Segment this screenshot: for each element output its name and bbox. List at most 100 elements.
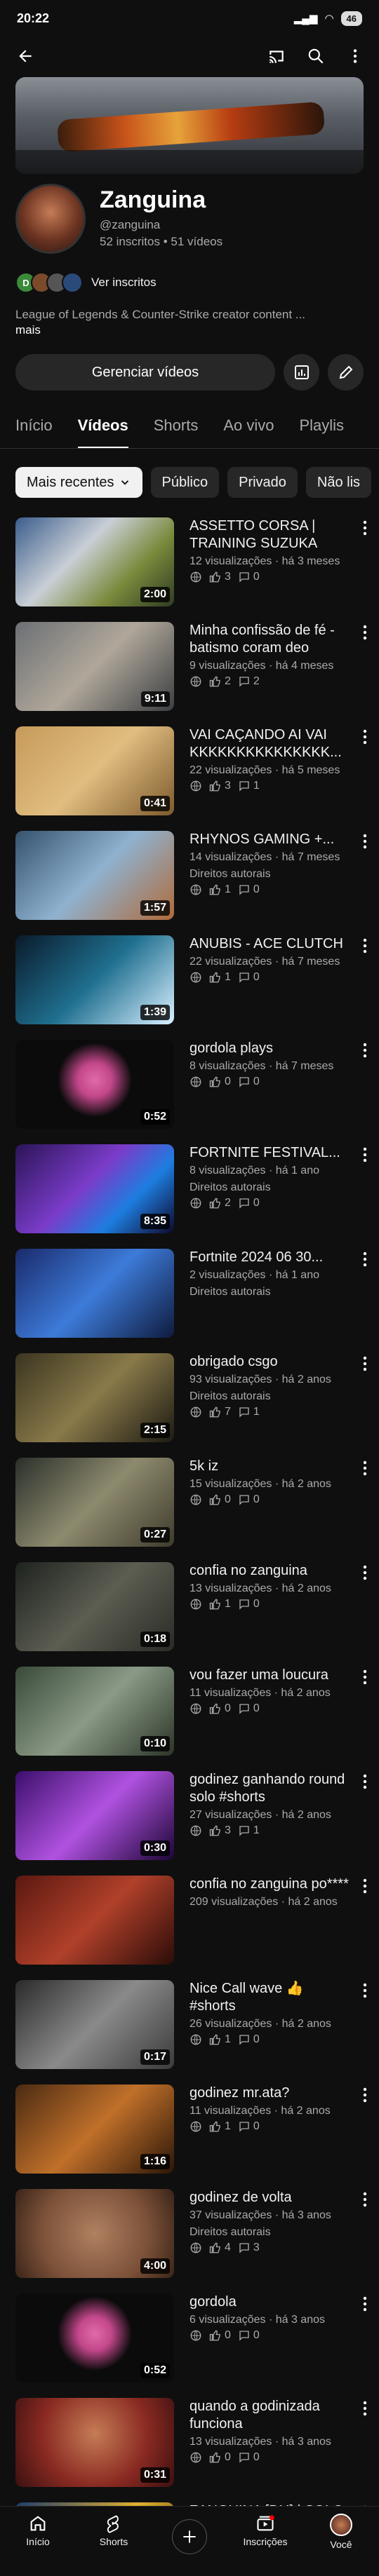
edit-channel-button[interactable] xyxy=(328,354,364,391)
video-item[interactable]: 8:35 FORTNITE FESTIVAL... 8 visualizações … xyxy=(0,1144,379,1249)
video-title[interactable]: ASSETTO CORSA | TRAINING SUZUKA xyxy=(190,517,352,553)
video-menu-button[interactable] xyxy=(358,1562,372,1583)
back-button[interactable] xyxy=(8,39,42,73)
video-item[interactable]: 1:16 godinez mr.ata? 11 visualizações · há… xyxy=(0,2084,379,2189)
video-title[interactable]: vou fazer uma loucura xyxy=(190,1667,352,1684)
nav-home[interactable]: Início xyxy=(0,2507,76,2576)
video-menu-button[interactable] xyxy=(358,831,372,852)
video-item[interactable]: 0:31 quando a godinizada funciona 13 visua… xyxy=(0,2398,379,2502)
video-thumbnail[interactable]: 0:18 xyxy=(15,1562,174,1651)
video-title[interactable]: Fortnite 2024 06 30... xyxy=(190,1249,352,1266)
video-thumbnail[interactable]: 1:57 xyxy=(15,831,174,920)
video-title[interactable]: 5k iz xyxy=(190,1458,352,1475)
video-title[interactable]: Nice Call wave 👍 #shorts xyxy=(190,1980,352,2015)
video-item[interactable]: 0:27 5k iz 15 visualizações · há 2 anos 0 0 xyxy=(0,1458,379,1562)
video-thumbnail[interactable]: 0:27 xyxy=(15,1458,174,1547)
description-more-link[interactable]: mais xyxy=(15,323,366,338)
video-menu-button[interactable] xyxy=(358,1144,372,1165)
video-thumbnail[interactable]: 1:16 xyxy=(15,2084,174,2174)
video-menu-button[interactable] xyxy=(358,1458,372,1479)
tab-live[interactable]: Ao vivo xyxy=(223,407,274,448)
video-menu-button[interactable] xyxy=(358,1040,372,1061)
video-item[interactable]: 1:57 RHYNOS GAMING +... 14 visualizações ·… xyxy=(0,831,379,935)
channel-avatar[interactable] xyxy=(15,184,86,254)
video-item[interactable]: 2:15 obrigado csgo 93 visualizações · há 2… xyxy=(0,1353,379,1458)
create-button[interactable] xyxy=(172,2519,207,2554)
view-subscribers[interactable]: D Ver inscritos xyxy=(15,271,157,294)
video-thumbnail[interactable]: 0:52 xyxy=(15,2293,174,2382)
video-menu-button[interactable] xyxy=(358,935,372,956)
tab-shorts[interactable]: Shorts xyxy=(154,407,199,448)
video-thumbnail[interactable]: 0:41 xyxy=(15,726,174,815)
video-menu-button[interactable] xyxy=(358,1771,372,1792)
more-options-button[interactable] xyxy=(340,41,371,72)
video-title[interactable]: godinez mr.ata? xyxy=(190,2084,352,2102)
video-item[interactable]: 2:00 ASSETTO CORSA | TRAINING SUZUKA 12 vi… xyxy=(0,517,379,622)
video-thumbnail[interactable]: 0:31 xyxy=(15,2398,174,2487)
video-menu-button[interactable] xyxy=(358,1353,372,1374)
video-item[interactable]: 0:41 VAI CAÇANDO AI VAI KKKKKKKKKKKKKKK..… xyxy=(0,726,379,831)
video-item[interactable]: 9:11 Minha confissão de fé - batismo cora… xyxy=(0,622,379,726)
video-menu-button[interactable] xyxy=(358,622,372,643)
tab-playlists[interactable]: Playlis xyxy=(299,407,344,448)
video-title[interactable]: VAI CAÇANDO AI VAI KKKKKKKKKKKKKKK... xyxy=(190,726,352,761)
filter-unlisted[interactable]: Não lis xyxy=(305,467,372,498)
channel-description[interactable]: League of Legends & Counter-Strike creat… xyxy=(15,307,366,338)
cast-button[interactable] xyxy=(261,41,292,72)
filter-private[interactable]: Privado xyxy=(227,467,298,498)
search-button[interactable] xyxy=(300,41,331,72)
video-item[interactable]: 0:17 Nice Call wave 👍 #shorts 26 visualiza… xyxy=(0,1980,379,2084)
video-title[interactable]: godinez ganhando round solo #shorts xyxy=(190,1771,352,1806)
video-item[interactable]: 0:52 gordola plays 8 visualizações · há 7 … xyxy=(0,1040,379,1144)
video-menu-button[interactable] xyxy=(358,1980,372,2001)
video-title[interactable]: Minha confissão de fé - batismo coram de… xyxy=(190,622,352,657)
manage-videos-button[interactable]: Gerenciar vídeos xyxy=(15,354,275,391)
video-thumbnail[interactable]: 0:10 xyxy=(15,1667,174,1756)
video-title[interactable]: quando a godinizada funciona xyxy=(190,2398,352,2433)
video-menu-button[interactable] xyxy=(358,517,372,538)
video-title[interactable]: ANUBIS - ACE CLUTCH xyxy=(190,935,352,953)
video-item[interactable]: 4:00 godinez de volta 37 visualizações · h… xyxy=(0,2189,379,2293)
video-item[interactable]: 1:39 ANUBIS - ACE CLUTCH 22 visualizações … xyxy=(0,935,379,1040)
video-thumbnail[interactable]: 0:17 xyxy=(15,1980,174,2069)
video-item[interactable]: 0:30 godinez ganhando round solo #shorts 2… xyxy=(0,1771,379,1876)
filter-public[interactable]: Público xyxy=(150,467,220,498)
video-thumbnail[interactable] xyxy=(15,1249,174,1338)
copyright-notice[interactable]: Direitos autorais xyxy=(190,2225,352,2240)
video-thumbnail[interactable]: 0:30 xyxy=(15,1771,174,1860)
video-menu-button[interactable] xyxy=(358,726,372,747)
video-menu-button[interactable] xyxy=(358,1667,372,1688)
video-title[interactable]: FORTNITE FESTIVAL... xyxy=(190,1144,352,1162)
video-title[interactable]: RHYNOS GAMING +... xyxy=(190,831,352,848)
filter-sort-recent[interactable]: Mais recentes xyxy=(15,467,142,498)
video-title[interactable]: godinez de volta xyxy=(190,2189,352,2206)
video-menu-button[interactable] xyxy=(358,2084,372,2106)
tab-videos[interactable]: Vídeos xyxy=(77,407,128,448)
video-title[interactable]: gordola plays xyxy=(190,1040,352,1057)
video-menu-button[interactable] xyxy=(358,2398,372,2419)
video-menu-button[interactable] xyxy=(358,2189,372,2210)
video-item[interactable]: confia no zanguina po**** 209 visualizaçõ… xyxy=(0,1876,379,1980)
nav-you[interactable]: Você xyxy=(303,2507,379,2576)
tab-home[interactable]: Início xyxy=(15,407,53,448)
analytics-button[interactable] xyxy=(284,354,319,391)
video-thumbnail[interactable]: 8:35 xyxy=(15,1144,174,1233)
video-thumbnail[interactable]: 2:00 xyxy=(15,517,174,606)
video-menu-button[interactable] xyxy=(358,2293,372,2314)
copyright-notice[interactable]: Direitos autorais xyxy=(190,1180,352,1195)
video-title[interactable]: confia no zanguina xyxy=(190,1562,352,1580)
nav-shorts[interactable]: Shorts xyxy=(76,2507,152,2576)
video-thumbnail[interactable]: 1:39 xyxy=(15,935,174,1024)
video-thumbnail[interactable]: 9:11 xyxy=(15,622,174,711)
video-thumbnail[interactable] xyxy=(15,1876,174,1965)
video-menu-button[interactable] xyxy=(358,1876,372,1897)
video-thumbnail[interactable]: 2:15 xyxy=(15,1353,174,1442)
video-menu-button[interactable] xyxy=(358,1249,372,1270)
copyright-notice[interactable]: Direitos autorais xyxy=(190,867,352,882)
video-thumbnail[interactable]: 4:00 xyxy=(15,2189,174,2278)
copyright-notice[interactable]: Direitos autorais xyxy=(190,1284,352,1300)
video-title[interactable]: gordola xyxy=(190,2293,352,2311)
nav-create[interactable] xyxy=(152,2507,227,2576)
video-title[interactable]: confia no zanguina po**** xyxy=(190,1876,352,1893)
video-thumbnail[interactable]: 0:52 xyxy=(15,1040,174,1129)
